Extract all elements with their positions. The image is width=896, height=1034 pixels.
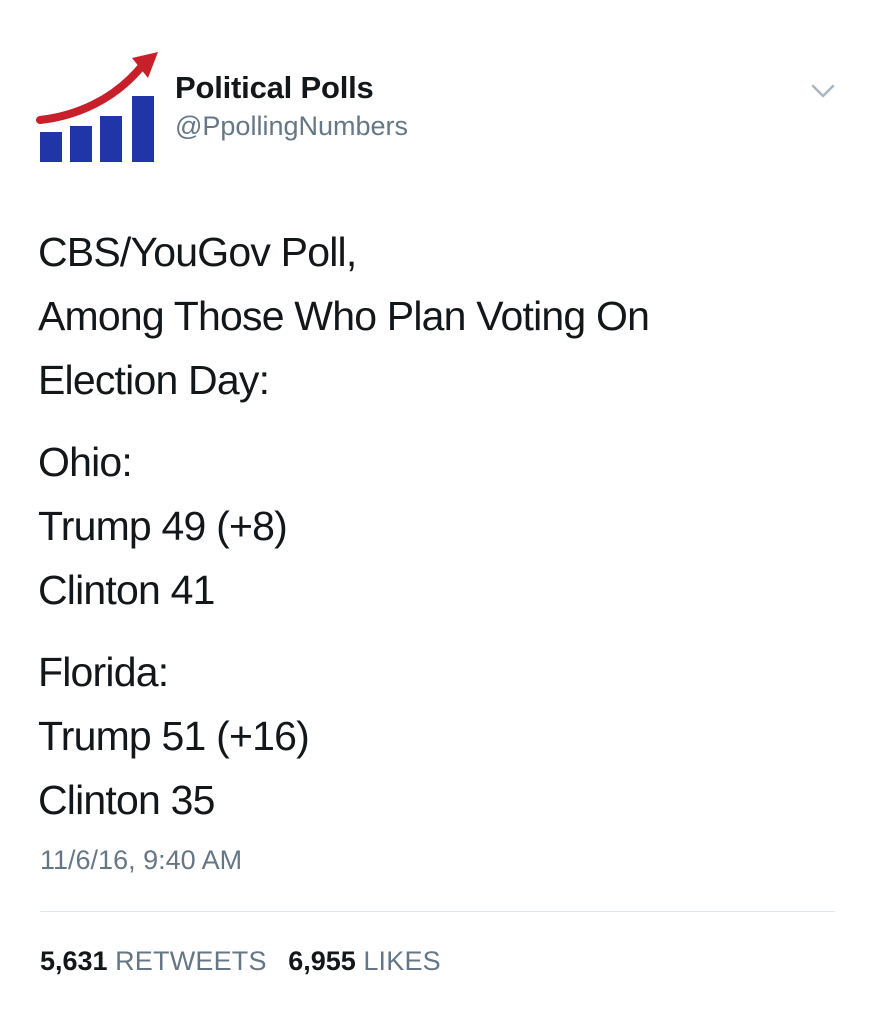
tweet-line: Among Those Who Plan Voting On	[38, 293, 650, 339]
tweet-stats: 5,631 RETWEETS 6,955 LIKES	[40, 946, 455, 977]
tweet-line: Ohio:	[38, 439, 133, 485]
likes-stat[interactable]: 6,955 LIKES	[288, 946, 441, 977]
avatar-bar-2	[70, 126, 92, 162]
author-name[interactable]: Political Polls	[175, 70, 374, 106]
chevron-down-icon[interactable]	[808, 78, 838, 104]
avatar-arrow-shaft	[36, 62, 146, 124]
avatar[interactable]	[36, 50, 160, 168]
retweets-count: 5,631	[40, 946, 108, 976]
avatar-bar-1	[40, 132, 62, 162]
tweet-line: Clinton 41	[38, 567, 215, 613]
tweet-line: Trump 51 (+16)	[38, 713, 310, 759]
avatar-bar-4	[132, 96, 154, 162]
tweet-line: CBS/YouGov Poll,	[38, 229, 357, 275]
tweet-line: Clinton 35	[38, 777, 215, 823]
tweet-text: CBS/YouGov Poll, Among Those Who Plan Vo…	[38, 220, 858, 832]
retweets-stat[interactable]: 5,631 RETWEETS	[40, 946, 267, 977]
likes-label: LIKES	[363, 946, 441, 976]
retweets-label: RETWEETS	[115, 946, 267, 976]
divider	[40, 911, 835, 912]
tweet-card: Political Polls @PpollingNumbers CBS/You…	[0, 0, 896, 1034]
tweet-line: Florida:	[38, 649, 169, 695]
rising-bar-chart-icon	[36, 52, 158, 162]
tweet-line: Election Day:	[38, 357, 270, 403]
tweet-line: Trump 49 (+8)	[38, 503, 288, 549]
tweet-paragraph-ohio: Ohio: Trump 49 (+8) Clinton 41	[38, 430, 858, 622]
tweet-paragraph-florida: Florida: Trump 51 (+16) Clinton 35	[38, 640, 858, 832]
avatar-bar-3	[100, 116, 122, 162]
tweet-paragraph-intro: CBS/YouGov Poll, Among Those Who Plan Vo…	[38, 220, 858, 412]
author-handle[interactable]: @PpollingNumbers	[175, 111, 408, 142]
likes-count: 6,955	[288, 946, 356, 976]
tweet-timestamp[interactable]: 11/6/16, 9:40 AM	[40, 845, 242, 876]
